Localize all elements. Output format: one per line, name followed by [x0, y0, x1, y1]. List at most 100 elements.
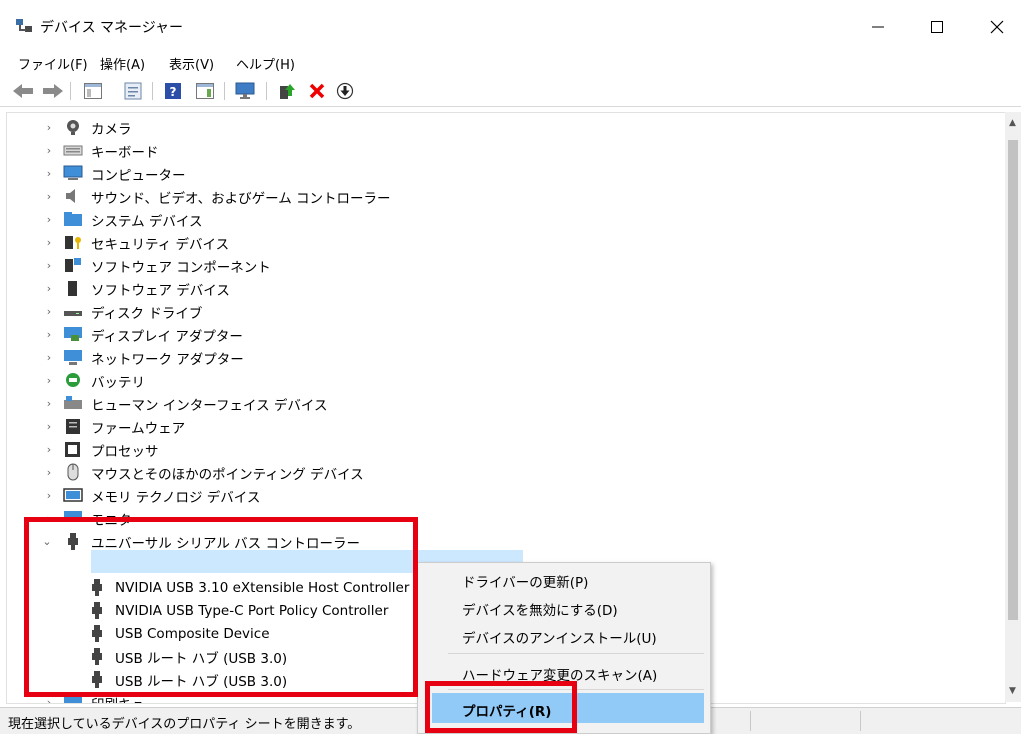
- tree-item-label: プロセッサ: [91, 443, 159, 460]
- action-pane-icon: [196, 83, 214, 99]
- title-bar: デバイス マネージャー: [0, 0, 1021, 50]
- help-icon: ?: [165, 83, 181, 99]
- minimize-icon: [872, 26, 884, 28]
- properties-icon: [124, 82, 142, 100]
- maximize-button[interactable]: [914, 12, 960, 42]
- menu-bar: ファイル(F) 操作(A) 表示(V) ヘルプ(H): [0, 50, 1021, 74]
- scrollbar-thumb[interactable]: [1008, 140, 1018, 620]
- menu-help[interactable]: ヘルプ(H): [236, 54, 295, 73]
- expand-chevron-icon[interactable]: ›: [43, 696, 55, 703]
- tree-category[interactable]: › ファームウェア: [7, 415, 997, 438]
- forward-arrow-icon: [43, 84, 63, 98]
- expand-chevron-icon[interactable]: ›: [43, 305, 55, 318]
- keyboard-icon: [63, 145, 83, 156]
- tree-item-label: バッテリ: [91, 374, 145, 391]
- tree-item-label: ファームウェア: [91, 420, 186, 437]
- red-x-icon: [309, 83, 325, 99]
- tree-category[interactable]: › マウスとそのほかのポインティング デバイス: [7, 461, 997, 484]
- tree-item-label: ディスプレイ アダプター: [91, 328, 243, 345]
- display-adapter-icon: [64, 327, 82, 341]
- expand-chevron-icon[interactable]: ›: [43, 328, 55, 341]
- hid-icon: [64, 396, 82, 409]
- expand-chevron-icon[interactable]: ›: [43, 420, 55, 433]
- tree-category[interactable]: › ヒューマン インターフェイス デバイス: [7, 392, 997, 415]
- update-driver-icon: [280, 84, 295, 99]
- download-toolbar-button[interactable]: [334, 81, 356, 101]
- computer-icon: [63, 165, 83, 180]
- back-button[interactable]: [12, 81, 34, 101]
- help-button[interactable]: ?: [162, 81, 184, 101]
- expand-chevron-icon[interactable]: ›: [43, 144, 55, 157]
- show-hide-console-tree-button[interactable]: [82, 81, 104, 101]
- close-button[interactable]: [974, 12, 1020, 42]
- security-key-icon: [65, 236, 81, 249]
- expand-chevron-icon[interactable]: ›: [43, 259, 55, 272]
- menu-action[interactable]: 操作(A): [100, 54, 145, 73]
- expand-chevron-icon[interactable]: ›: [43, 466, 55, 479]
- forward-button[interactable]: [42, 81, 64, 101]
- menu-update-driver[interactable]: ドライバーの更新(P): [462, 571, 588, 591]
- tree-item-label: ネットワーク アダプター: [91, 351, 244, 368]
- window-title: デバイス マネージャー: [40, 20, 184, 36]
- tree-category[interactable]: › メモリ テクノロジ デバイス: [7, 484, 997, 507]
- tree-item-label: ソフトウェア コンポーネント: [91, 259, 271, 276]
- tree-category[interactable]: › セキュリティ デバイス: [7, 231, 997, 254]
- menu-disable-device[interactable]: デバイスを無効にする(D): [462, 599, 618, 619]
- scan-hardware-toolbar-button[interactable]: [234, 81, 256, 101]
- scroll-up-icon[interactable]: ▲: [1009, 118, 1016, 128]
- expand-chevron-icon[interactable]: ›: [43, 213, 55, 226]
- menu-file[interactable]: ファイル(F): [18, 54, 88, 73]
- tree-category[interactable]: › ソフトウェア デバイス: [7, 277, 997, 300]
- tree-category[interactable]: › バッテリ: [7, 369, 997, 392]
- folder-icon: [64, 212, 82, 226]
- expand-chevron-icon[interactable]: ›: [43, 190, 55, 203]
- expand-chevron-icon[interactable]: ›: [43, 374, 55, 387]
- menu-view[interactable]: 表示(V): [169, 54, 214, 73]
- tree-category[interactable]: › カメラ: [7, 116, 997, 139]
- tree-category[interactable]: › コンピューター: [7, 162, 997, 185]
- properties-toolbar-button[interactable]: [122, 81, 144, 101]
- tree-category[interactable]: › ソフトウェア コンポーネント: [7, 254, 997, 277]
- puzzle-icon: [65, 258, 81, 272]
- tree-category[interactable]: › ディスプレイ アダプター: [7, 323, 997, 346]
- tree-category[interactable]: › ディスク ドライブ: [7, 300, 997, 323]
- expand-chevron-icon[interactable]: ›: [43, 236, 55, 249]
- menu-uninstall-device[interactable]: デバイスのアンインストール(U): [462, 627, 657, 647]
- expand-chevron-icon[interactable]: ›: [43, 443, 55, 456]
- expand-chevron-icon[interactable]: ›: [43, 167, 55, 180]
- tree-item-label: サウンド、ビデオ、およびゲーム コントローラー: [91, 190, 391, 207]
- update-driver-toolbar-button[interactable]: [276, 81, 298, 101]
- tree-item-label: カメラ: [91, 121, 132, 138]
- scroll-down-icon[interactable]: ▼: [1009, 686, 1016, 696]
- memory-icon: [63, 488, 83, 502]
- disk-drive-icon: [64, 311, 82, 316]
- expand-chevron-icon[interactable]: ›: [43, 351, 55, 364]
- tree-item-label: メモリ テクノロジ デバイス: [91, 489, 261, 506]
- expand-chevron-icon[interactable]: ›: [43, 489, 55, 502]
- tree-category[interactable]: › プロセッサ: [7, 438, 997, 461]
- expand-chevron-icon[interactable]: ›: [43, 121, 55, 134]
- tree-item-label: ヒューマン インターフェイス デバイス: [91, 397, 328, 414]
- tree-item-label: システム デバイス: [91, 213, 203, 230]
- toolbar: ?: [0, 76, 1021, 107]
- network-adapter-icon: [64, 350, 82, 365]
- tree-category[interactable]: › サウンド、ビデオ、およびゲーム コントローラー: [7, 185, 997, 208]
- scan-monitor-icon: [235, 82, 255, 99]
- camera-icon: [67, 120, 79, 135]
- tree-category[interactable]: › ネットワーク アダプター: [7, 346, 997, 369]
- show-action-pane-button[interactable]: [194, 81, 216, 101]
- status-text: 現在選択しているデバイスのプロパティ シートを開きます。: [8, 717, 361, 732]
- tree-category[interactable]: › キーボード: [7, 139, 997, 162]
- close-icon: [990, 20, 1004, 34]
- tree-category[interactable]: › システム デバイス: [7, 208, 997, 231]
- menu-separator: [448, 653, 704, 654]
- uninstall-toolbar-button[interactable]: [306, 81, 328, 101]
- mouse-icon: [67, 463, 79, 481]
- back-arrow-icon: [13, 84, 33, 98]
- tree-item-label: ソフトウェア デバイス: [91, 282, 230, 299]
- minimize-button[interactable]: [855, 12, 901, 42]
- firmware-icon: [66, 419, 80, 434]
- annotation-box-properties: [425, 681, 577, 733]
- expand-chevron-icon[interactable]: ›: [43, 397, 55, 410]
- expand-chevron-icon[interactable]: ›: [43, 282, 55, 295]
